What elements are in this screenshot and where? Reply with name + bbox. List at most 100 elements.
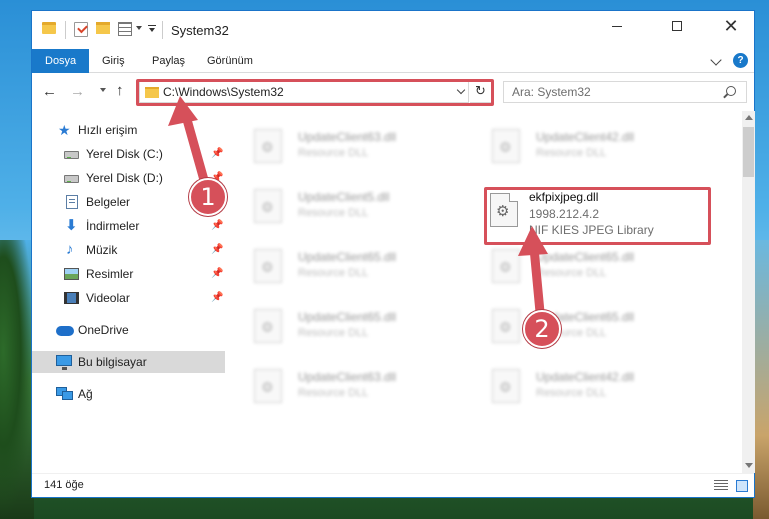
step-1-badge: 1 (189, 178, 227, 216)
chevron-down-icon[interactable] (136, 26, 142, 30)
search-input[interactable]: Ara: System32 (503, 81, 747, 103)
folder-icon (42, 22, 56, 34)
tab-file[interactable]: Dosya (32, 49, 90, 73)
pin-icon[interactable]: 📌 (211, 292, 223, 303)
list-item[interactable]: UpdateClient65.dll Resource DLL (464, 301, 664, 349)
up-button[interactable]: ↑ (116, 82, 124, 99)
scroll-down-icon[interactable] (745, 463, 753, 468)
close-button[interactable]: ✕ (708, 11, 754, 41)
scroll-thumb[interactable] (743, 127, 754, 177)
file-description: Resource DLL (298, 327, 369, 339)
maximize-icon (672, 21, 682, 31)
sidebar-item-label: Videolar (86, 291, 130, 305)
sidebar-item-videos[interactable]: Videolar 📌 (32, 287, 225, 309)
file-name: UpdateClient65.dll (298, 250, 397, 264)
vertical-scrollbar[interactable] (742, 111, 755, 473)
scroll-up-icon[interactable] (745, 115, 753, 120)
videos-icon (64, 292, 79, 304)
step-2-badge: 2 (523, 310, 561, 348)
download-icon: ⬇ (65, 217, 78, 234)
search-placeholder: Ara: System32 (512, 85, 591, 99)
file-name: UpdateClient5.dll (298, 190, 390, 204)
minimize-icon (612, 25, 622, 27)
pin-icon[interactable]: 📌 (211, 244, 223, 255)
sidebar-item-downloads[interactable]: ⬇ İndirmeler 📌 (32, 215, 225, 237)
dll-file-icon (492, 129, 520, 163)
properties-check-icon[interactable] (74, 22, 88, 37)
status-bar: 141 öğe (32, 473, 754, 498)
file-description: Resource DLL (298, 147, 369, 159)
file-name: UpdateClient42.dll (536, 370, 635, 384)
search-icon[interactable] (726, 86, 736, 96)
ribbon-tabs: Dosya Giriş Paylaş Görünüm ? (32, 49, 754, 73)
pictures-icon (64, 268, 79, 280)
tab-share[interactable]: Paylaş (142, 49, 195, 73)
sidebar-item-label: OneDrive (78, 323, 129, 337)
dll-file-icon (254, 369, 282, 403)
help-icon[interactable]: ? (733, 53, 748, 68)
file-name: UpdateClient42.dll (536, 130, 635, 144)
expand-ribbon-icon[interactable] (710, 54, 722, 66)
pin-icon[interactable]: 📌 (211, 220, 223, 231)
new-folder-icon[interactable] (96, 22, 110, 34)
network-icon (56, 387, 73, 400)
disk-icon (64, 175, 79, 183)
onedrive-icon (56, 326, 74, 336)
list-item[interactable]: UpdateClient5.dll Resource DLL (226, 181, 426, 229)
file-description: Resource DLL (298, 207, 369, 219)
file-description: Resource DLL (536, 147, 607, 159)
file-highlight-box (484, 187, 711, 245)
back-button[interactable]: ← (42, 83, 57, 100)
customize-toolbar-icon[interactable] (148, 25, 156, 33)
file-name: UpdateClient65.dll (536, 250, 635, 264)
sidebar-item-label: Yerel Disk (C:) (86, 147, 163, 161)
forward-button[interactable]: → (70, 83, 85, 100)
star-icon: ★ (58, 122, 71, 138)
list-item[interactable]: UpdateClient42.dll Resource DLL (464, 361, 664, 409)
tiles-view-icon[interactable] (736, 480, 748, 492)
sidebar-item-local-disk-c[interactable]: Yerel Disk (C:) 📌 (32, 143, 225, 165)
dll-file-icon (492, 249, 520, 283)
list-item[interactable]: UpdateClient63.dll Resource DLL (226, 121, 426, 169)
file-description: Resource DLL (536, 267, 607, 279)
dll-file-icon (254, 129, 282, 163)
pin-icon[interactable]: 📌 (211, 148, 223, 159)
dll-file-icon (254, 309, 282, 343)
disk-icon (64, 151, 79, 159)
details-view-icon[interactable] (714, 480, 728, 492)
pin-icon[interactable]: 📌 (211, 268, 223, 279)
list-item[interactable]: UpdateClient63.dll Resource DLL (226, 361, 426, 409)
sidebar-item-label: İndirmeler (86, 219, 140, 233)
toolbar-separator (162, 21, 163, 39)
minimize-button[interactable] (594, 11, 640, 41)
dll-file-icon (492, 369, 520, 403)
sidebar-item-this-pc[interactable]: Bu bilgisayar (32, 351, 225, 373)
sidebar-item-label: Yerel Disk (D:) (86, 171, 163, 185)
list-item[interactable]: UpdateClient42.dll Resource DLL (464, 121, 664, 169)
list-item[interactable]: UpdateClient65.dll Resource DLL (226, 301, 426, 349)
sidebar-item-network[interactable]: Ağ (32, 383, 225, 405)
dll-file-icon (254, 249, 282, 283)
sidebar-item-pictures[interactable]: Resimler 📌 (32, 263, 225, 285)
sidebar-item-label: Müzik (86, 243, 118, 257)
address-highlight-box (136, 79, 494, 106)
file-explorer-window: System32 ✕ Dosya Giriş Paylaş Görünüm ? … (31, 10, 755, 498)
sidebar-item-music[interactable]: ♪ Müzik 📌 (32, 239, 225, 261)
this-pc-icon (56, 355, 72, 370)
tab-view[interactable]: Görünüm (197, 49, 263, 73)
sidebar-item-label: Hızlı erişim (78, 123, 138, 137)
list-item[interactable]: UpdateClient65.dll Resource DLL (464, 241, 664, 289)
list-item[interactable]: UpdateClient65.dll Resource DLL (226, 241, 426, 289)
documents-icon (66, 195, 78, 209)
sidebar-item-quick-access[interactable]: ★ Hızlı erişim (32, 119, 225, 141)
sidebar-item-onedrive[interactable]: OneDrive (32, 319, 225, 341)
rename-icon[interactable] (118, 22, 132, 36)
recent-locations-chevron-icon[interactable] (100, 88, 106, 92)
dll-file-icon (254, 189, 282, 223)
maximize-button[interactable] (654, 11, 700, 41)
sidebar-item-label: Ağ (78, 387, 93, 401)
tab-home[interactable]: Giriş (92, 49, 135, 73)
navigation-pane: ★ Hızlı erişim Yerel Disk (C:) 📌 Yerel D… (32, 111, 225, 473)
sidebar-item-label: Belgeler (86, 195, 131, 209)
dll-file-icon (492, 309, 520, 343)
